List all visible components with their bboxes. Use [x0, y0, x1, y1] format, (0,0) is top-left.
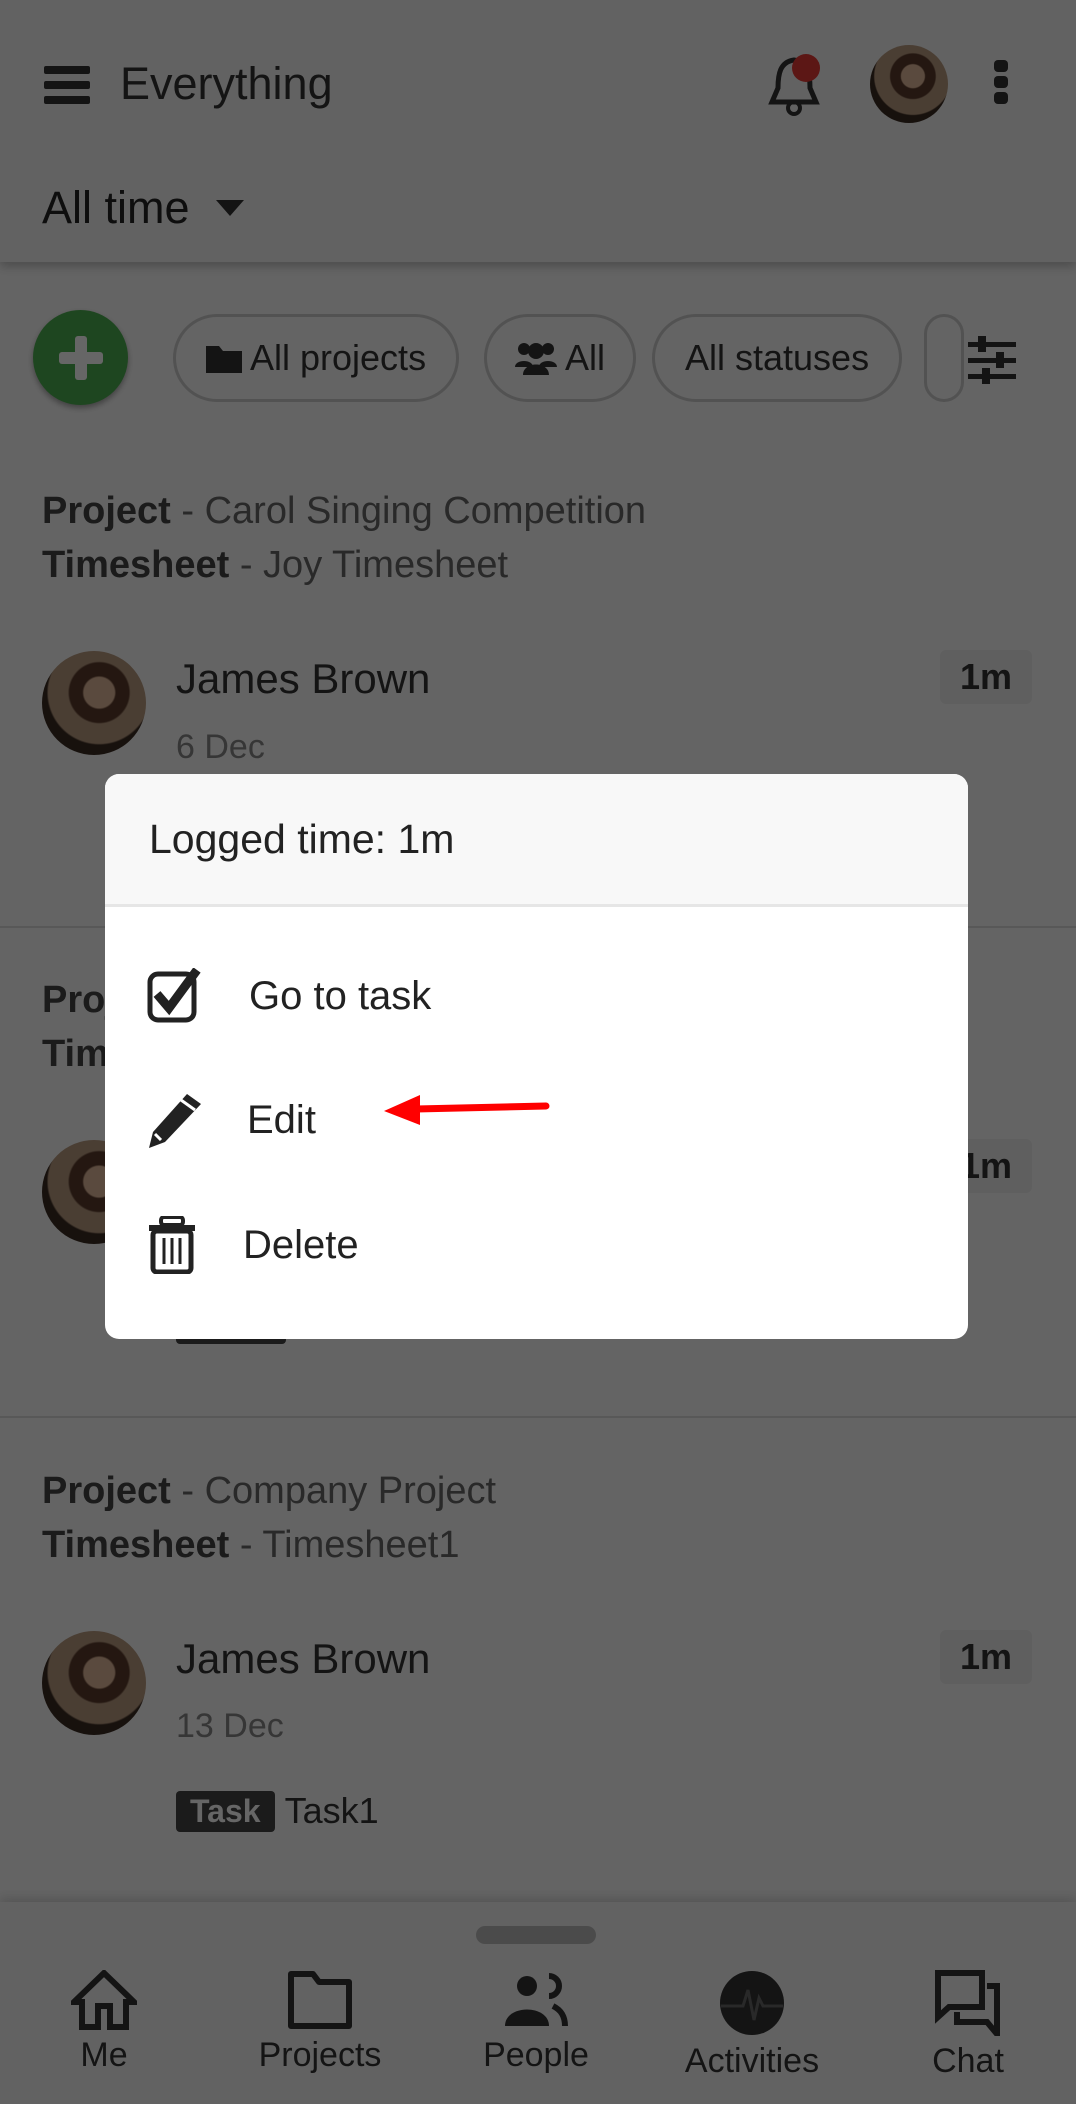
pencil-icon: [149, 1094, 201, 1148]
nav-me[interactable]: Me: [4, 1970, 204, 2075]
notification-dot: [792, 54, 820, 82]
period-dropdown[interactable]: All time: [42, 182, 244, 234]
nav-label: Projects: [258, 2036, 382, 2074]
chip-label: All: [565, 337, 606, 378]
entry-date: 13 Dec: [176, 1707, 284, 1745]
add-button[interactable]: [33, 310, 128, 405]
task-name: Task1: [284, 1790, 379, 1831]
edit-item[interactable]: Edit: [147, 1092, 316, 1148]
nav-label: Me: [80, 2036, 128, 2074]
people-icon: [505, 1973, 568, 2027]
entry-date: 6 Dec: [176, 728, 265, 766]
chat-icon: [935, 1970, 1000, 2036]
task-link[interactable]: Task Task1: [176, 1790, 379, 1832]
task-badge: Task: [176, 1790, 275, 1832]
divider: [0, 1416, 1076, 1418]
filter-projects-chip[interactable]: All projects: [173, 314, 460, 402]
menu-label: Go to task: [249, 973, 432, 1018]
entry-name: James Brown: [176, 655, 431, 702]
period-value: All time: [42, 182, 190, 233]
chip-label: All projects: [250, 337, 427, 378]
user-avatar[interactable]: [870, 45, 948, 123]
nav-label: People: [483, 2036, 589, 2074]
menu-label: Edit: [247, 1097, 316, 1142]
folder-icon: [206, 346, 242, 373]
group-header: Project - Company Project Timesheet - Tim…: [42, 1470, 497, 1566]
menu-label: Delete: [243, 1222, 359, 1267]
more-chips[interactable]: [924, 314, 964, 402]
bell-icon[interactable]: [764, 52, 826, 118]
sliders-icon[interactable]: [968, 336, 1016, 384]
avatar: [42, 1631, 146, 1735]
users-icon: [515, 343, 557, 375]
folder-icon: [288, 1971, 352, 2029]
group-header: Project - Carol Singing Competition Times…: [42, 490, 647, 586]
caret-down-icon: [215, 200, 244, 216]
hamburger-icon[interactable]: [44, 66, 90, 104]
more-vert-icon[interactable]: [994, 60, 1008, 104]
nav-people[interactable]: People: [436, 1970, 636, 2075]
dialog-title: Logged time: 1m: [105, 774, 968, 907]
logged-time-dialog: Logged time: 1m Go to task Edit Delete: [105, 774, 968, 1339]
duration-badge: 1m: [940, 1630, 1032, 1684]
home-icon: [71, 1970, 137, 2030]
drag-handle[interactable]: [476, 1926, 596, 1944]
filter-people-chip[interactable]: All: [484, 314, 637, 402]
go-to-task-item[interactable]: Go to task: [147, 968, 431, 1024]
nav-label: Chat: [932, 2042, 1004, 2080]
nav-label: Activities: [684, 2042, 820, 2080]
chip-label: All statuses: [685, 337, 870, 378]
trash-icon: [149, 1216, 195, 1274]
nav-activities[interactable]: Activities: [652, 1970, 852, 2081]
app-header: Everything All time: [0, 0, 1076, 262]
duration-badge: 1m: [940, 650, 1032, 704]
nav-chat[interactable]: Chat: [868, 1970, 1068, 2081]
page-title: Everything: [120, 58, 333, 109]
avatar: [42, 651, 146, 755]
activity-icon: [720, 1971, 784, 2035]
filter-status-chip[interactable]: All statuses: [652, 314, 903, 402]
entry-name: James Brown: [176, 1635, 431, 1682]
plus-icon: [58, 335, 103, 380]
red-arrow-annotation: [384, 1095, 550, 1125]
delete-item[interactable]: Delete: [147, 1216, 359, 1274]
nav-projects[interactable]: Projects: [220, 1970, 420, 2075]
checkbox-icon: [147, 968, 201, 1023]
